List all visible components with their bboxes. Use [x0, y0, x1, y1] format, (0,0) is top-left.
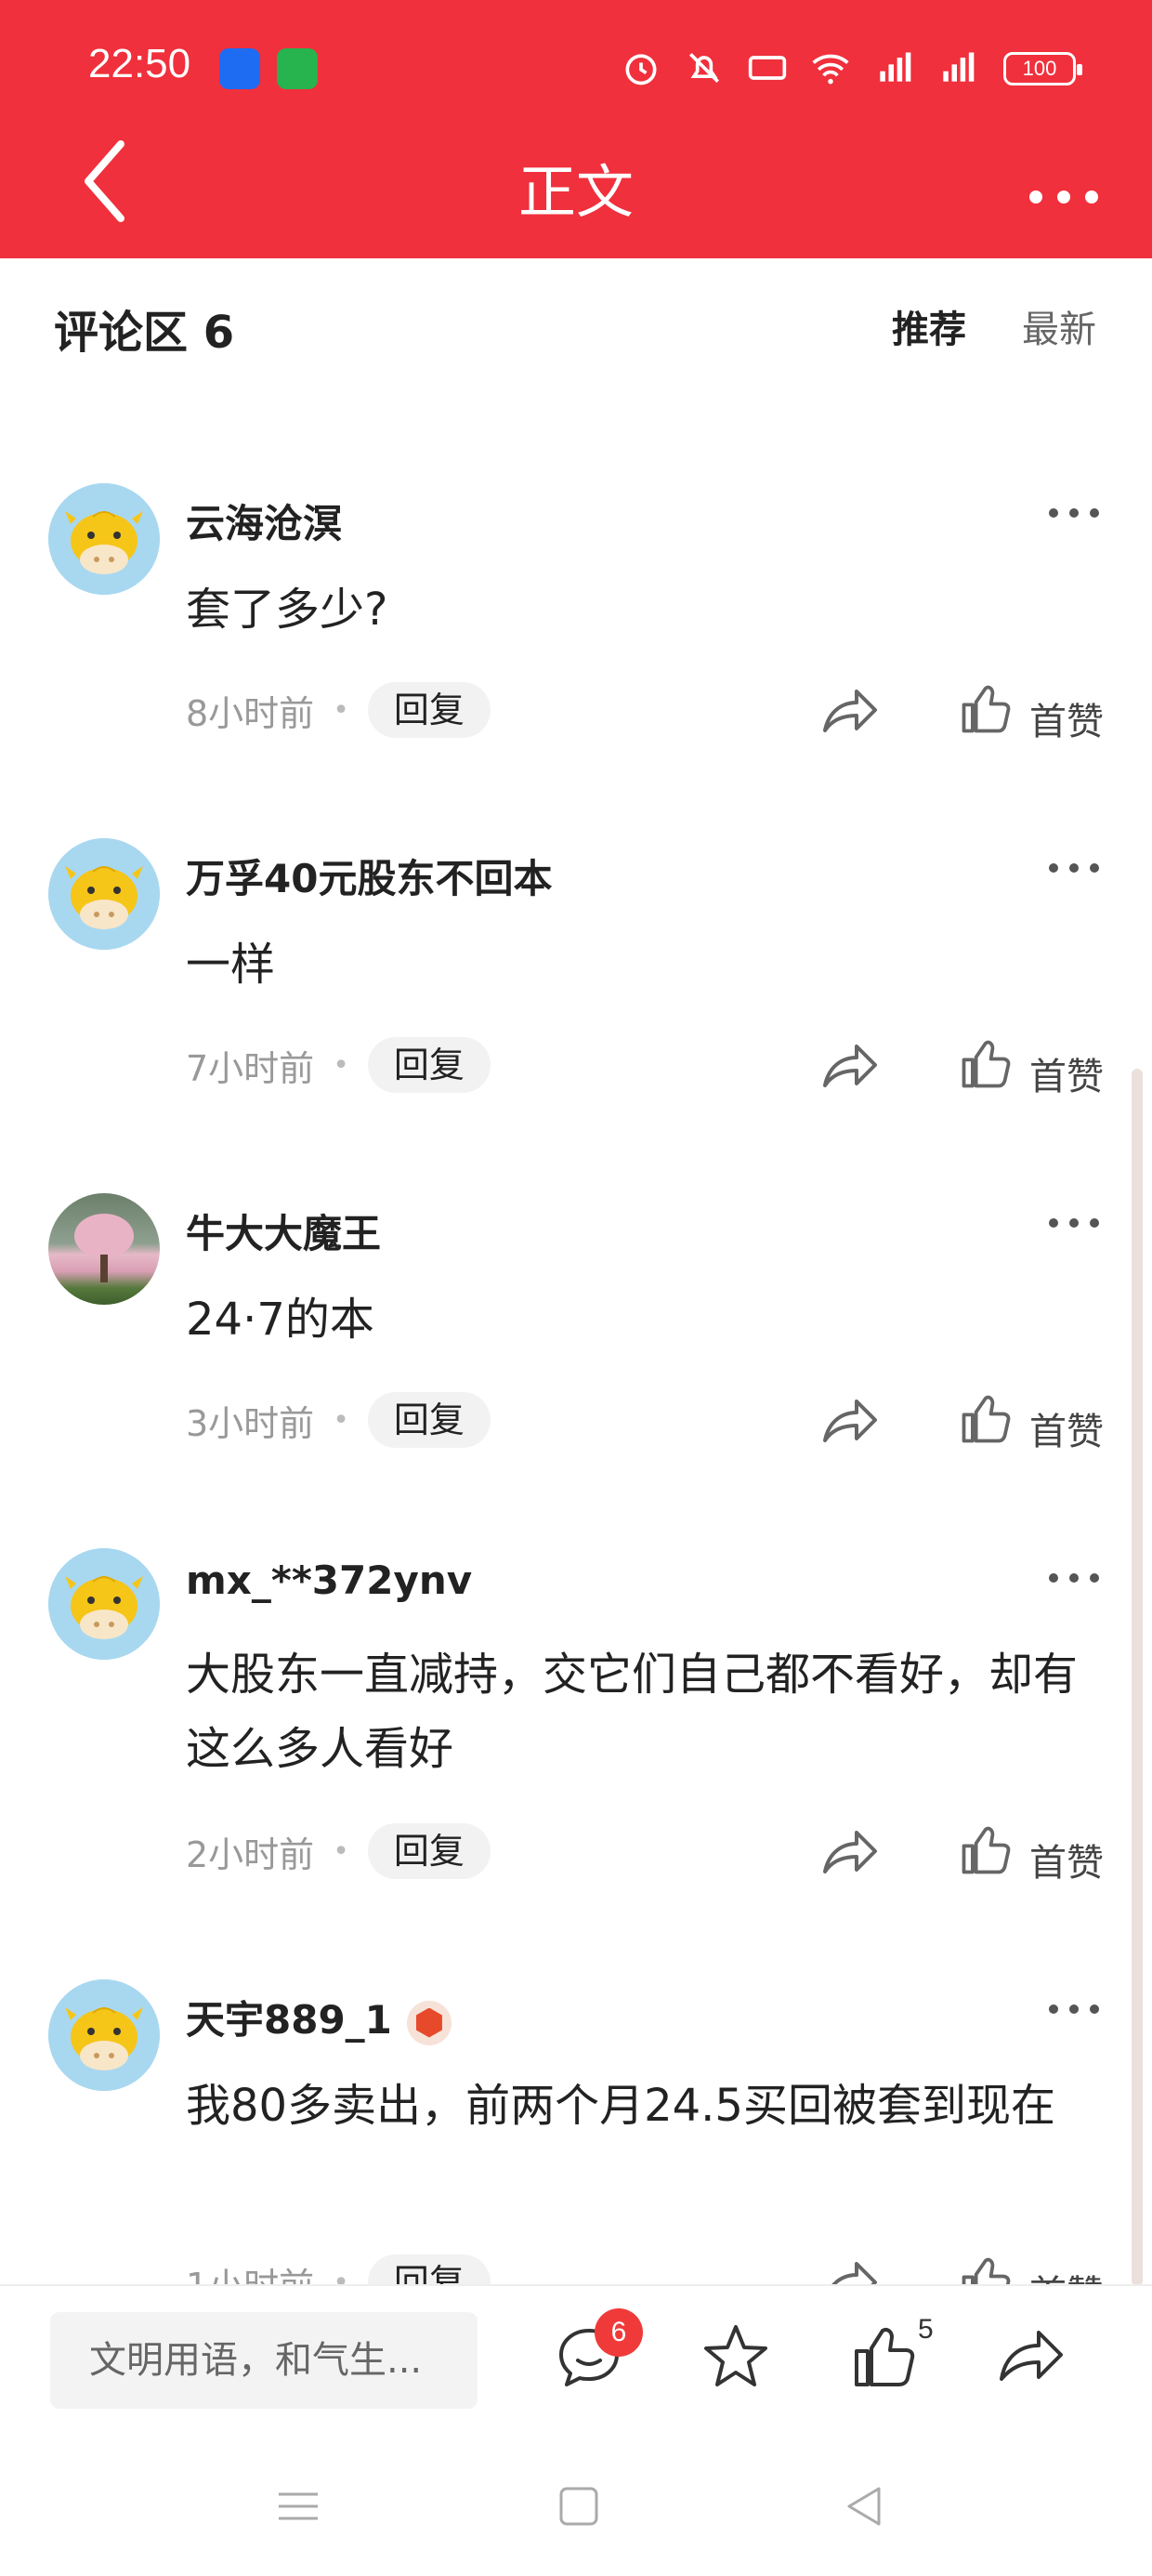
comment-time: 3小时前 — [186, 1402, 315, 1444]
shield-app-icon — [219, 48, 260, 89]
avatar[interactable] — [48, 838, 160, 950]
sort-latest-tab[interactable]: 最新 — [1022, 299, 1096, 353]
comment-more-icon[interactable] — [1046, 504, 1102, 522]
reply-button[interactable]: 回复 — [367, 682, 491, 738]
user-badge-icon — [406, 2000, 452, 2045]
share-icon[interactable] — [819, 1039, 879, 1091]
comment-username[interactable]: 天宇889_1 — [186, 1989, 452, 2045]
comment-username-text: 天宇889_1 — [186, 1997, 392, 2043]
comments-header: 评论区 6 推荐 最新 — [0, 258, 1152, 398]
cow-avatar-icon — [48, 1548, 160, 1660]
share-icon[interactable] — [819, 684, 879, 736]
cow-avatar-icon — [48, 838, 160, 950]
avatar[interactable] — [48, 1193, 160, 1305]
tree-photo-trunk — [100, 1255, 108, 1282]
comment-time: 2小时前 — [186, 1833, 315, 1875]
cow-avatar-icon — [48, 483, 160, 595]
comment-username[interactable]: 云海沧溟 — [186, 493, 342, 549]
share-icon[interactable] — [819, 1825, 879, 1877]
menu-lines-icon[interactable] — [275, 2483, 321, 2530]
comment-more-icon[interactable] — [1046, 1569, 1102, 1587]
reply-button[interactable]: 回复 — [367, 1392, 491, 1448]
page-title: 正文 — [517, 158, 634, 226]
top-header: 22:50 100 正文 — [0, 0, 1152, 258]
like-label[interactable]: 首赞 — [1029, 1833, 1104, 1886]
comment-text: 一样 — [186, 939, 276, 991]
star-icon[interactable] — [699, 2320, 773, 2394]
comment-meta: 2小时前 • 回复 — [186, 1823, 491, 1879]
scrollbar[interactable] — [1132, 1069, 1143, 2286]
like-icon[interactable] — [957, 1823, 1013, 1879]
home-square-icon[interactable] — [556, 2483, 602, 2530]
sort-recommended-tab[interactable]: 推荐 — [892, 299, 966, 353]
like-label[interactable]: 首赞 — [1029, 691, 1104, 745]
signal-5g-icon-2 — [943, 52, 975, 82]
separator-dot: • — [333, 1834, 349, 1868]
reply-button[interactable]: 回复 — [367, 1037, 491, 1093]
comment-text: 大股东一直减持，交它们自己都不看好，却有这么多人看好 — [186, 1649, 1079, 1775]
comment-username[interactable]: 万孚40元股东不回本 — [186, 848, 552, 904]
more-menu-icon[interactable] — [1022, 158, 1106, 214]
comment-text: 我80多卖出，前两个月24.5买回被套到现在 — [186, 2080, 1055, 2132]
wifi-icon — [812, 54, 849, 85]
nav-bar: 正文 — [0, 139, 1152, 258]
battery-icon: 100 — [1003, 52, 1082, 85]
like-count: 5 — [918, 2314, 934, 2345]
like-icon[interactable] — [957, 1392, 1013, 1448]
phone-app-icon — [277, 48, 318, 89]
comment-meta: 3小时前 • 回复 — [186, 1392, 491, 1448]
status-time: 22:50 — [88, 41, 191, 86]
share-forward-icon[interactable] — [994, 2320, 1068, 2394]
comment-time: 8小时前 — [186, 692, 315, 734]
reply-button[interactable]: 回复 — [367, 1823, 491, 1879]
comment-meta: 8小时前 • 回复 — [186, 682, 491, 738]
separator-dot: • — [333, 1403, 349, 1437]
system-nav-bar — [0, 2427, 1152, 2576]
comment-time: 7小时前 — [186, 1047, 315, 1089]
comment-input[interactable]: 文明用语，和气生... — [50, 2312, 478, 2409]
share-icon[interactable] — [819, 1394, 879, 1446]
mute-bell-icon — [689, 53, 719, 83]
avatar[interactable] — [48, 1979, 160, 2091]
avatar[interactable] — [48, 483, 160, 595]
comment-username[interactable]: 牛大大魔王 — [186, 1203, 381, 1259]
status-bar: 22:50 100 — [0, 0, 1152, 139]
comment-text: 24·7的本 — [186, 1294, 374, 1346]
like-label[interactable]: 首赞 — [1029, 1401, 1104, 1455]
comment-text: 套了多少? — [186, 584, 388, 636]
hd-icon — [748, 56, 787, 80]
cow-avatar-icon — [48, 1979, 160, 2091]
status-icons — [621, 45, 977, 91]
comment-more-icon[interactable] — [1046, 859, 1102, 877]
like-label[interactable]: 首赞 — [1029, 1046, 1104, 1100]
comment-count-badge: 6 — [595, 2308, 643, 2357]
bottom-action-bar: 文明用语，和气生... 6 5 — [0, 2284, 1152, 2427]
separator-dot: • — [333, 693, 349, 727]
like-icon[interactable] — [957, 682, 1013, 738]
alarm-icon — [625, 54, 657, 85]
comment-username[interactable]: mx_**372ynv — [186, 1557, 472, 1603]
like-icon[interactable] — [957, 1037, 1013, 1093]
separator-dot: • — [333, 1048, 349, 1082]
thumb-up-icon[interactable] — [847, 2320, 922, 2394]
back-triangle-icon[interactable] — [842, 2483, 888, 2530]
comment-meta: 7小时前 • 回复 — [186, 1037, 491, 1093]
comments-title: 评论区 6 — [54, 307, 235, 359]
comment-more-icon[interactable] — [1046, 2000, 1102, 2018]
signal-5g-icon — [880, 52, 911, 82]
comment-more-icon[interactable] — [1046, 1214, 1102, 1232]
tree-photo-canopy — [74, 1214, 134, 1258]
avatar[interactable] — [48, 1548, 160, 1660]
